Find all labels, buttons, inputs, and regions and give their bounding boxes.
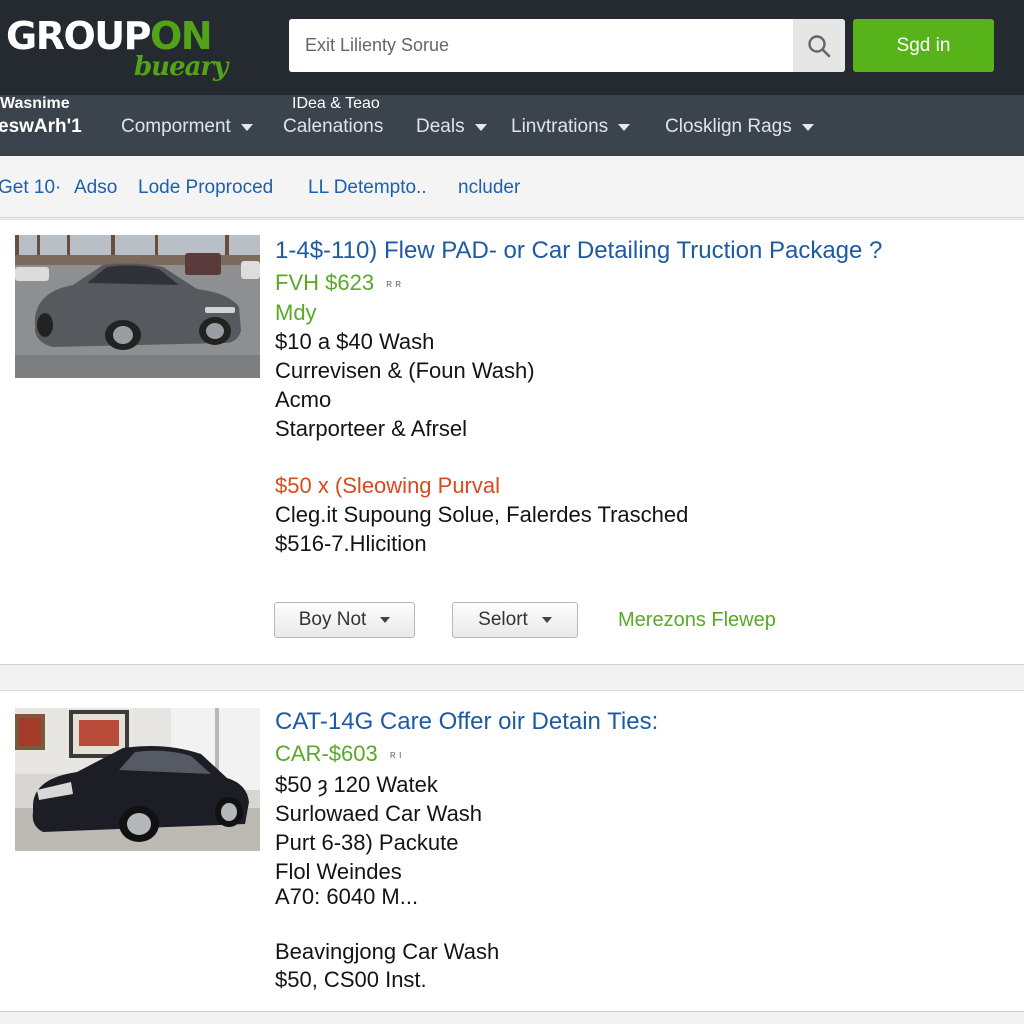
- deal-detail-line: Surlowaed Car Wash: [275, 801, 483, 826]
- nav-item-label: Comporment: [121, 116, 231, 137]
- search-icon: [808, 34, 831, 57]
- deal-detail-line: Cleg.it Supoung Solue, Falerdes Trasched: [275, 502, 689, 527]
- chevron-down-icon: [801, 123, 814, 131]
- more-options-link[interactable]: Merezons Flewep: [618, 609, 776, 632]
- groupon-logo[interactable]: GROUPON bueary: [6, 14, 236, 84]
- nav-item-label: Deals: [416, 116, 465, 137]
- deal-card: CAT-14G Care Offer oir Detain Ties: CAR-…: [0, 690, 1024, 1012]
- subnav-item[interactable]: Get 10·: [0, 177, 61, 199]
- buy-now-dropdown[interactable]: Boy Not: [274, 602, 415, 638]
- nav-item-comporment[interactable]: Comporment: [121, 116, 253, 138]
- deal-detail-line: $50, CS00 Inst.: [275, 967, 427, 992]
- chevron-down-icon: [541, 617, 552, 623]
- main-nav: Wasnime IDea & Teao eswArh'1 Comporment …: [0, 95, 1024, 156]
- deal-image[interactable]: [15, 235, 260, 378]
- chevron-down-icon: [240, 123, 253, 131]
- deal-price-note: ʀ ı: [389, 749, 402, 762]
- chevron-down-icon: [380, 617, 391, 623]
- deal-price-note: ʀ ʀ: [386, 278, 402, 291]
- deal-title-link[interactable]: 1-4$-110) Flew PAD- or Car Detailing Tru…: [275, 237, 882, 265]
- nav-item-label: Calenations: [283, 116, 384, 137]
- deal-price: FVH $623 ʀ ʀ: [275, 270, 401, 296]
- car-photo: [15, 708, 260, 851]
- dropdown-label: Boy Not: [298, 609, 367, 630]
- chevron-down-icon: [474, 123, 487, 131]
- chevron-down-icon: [618, 123, 631, 131]
- deal-title-link[interactable]: CAT-14G Care Offer oir Detain Ties:: [275, 708, 658, 736]
- nav-item-calenations[interactable]: Calenations: [283, 116, 383, 138]
- car-photo: [15, 235, 260, 378]
- nav-ideas-link[interactable]: IDea & Teao: [292, 95, 380, 113]
- deal-price: CAR-$603 ʀ ı: [275, 741, 402, 767]
- deal-image[interactable]: [15, 708, 260, 851]
- subnav-item[interactable]: LL Detempto..: [308, 177, 427, 199]
- deal-price-value: CAR-$603: [275, 741, 378, 766]
- nav-item-deals[interactable]: Deals: [416, 116, 487, 138]
- sign-in-button[interactable]: Sgd in: [853, 19, 994, 72]
- sort-dropdown[interactable]: Selort: [452, 602, 578, 638]
- search-button[interactable]: [793, 19, 845, 72]
- search-input[interactable]: [289, 19, 794, 72]
- nav-item-label: Closklign Rags: [665, 116, 792, 137]
- location-selector[interactable]: eswArh'1: [0, 116, 82, 138]
- deal-detail-line: Purt 6-38) Packute: [275, 830, 459, 855]
- nav-item-linvtrations[interactable]: Linvtrations: [511, 116, 631, 138]
- category-subnav: Get 10· Adso Lode Proproced LL Detempto.…: [0, 156, 1024, 218]
- deal-detail-line: Beavingjong Car Wash: [275, 939, 500, 964]
- deal-discount-line: $50 x (Sleowing Purval: [275, 473, 501, 498]
- deal-card: 1-4$-110) Flew PAD- or Car Detailing Tru…: [0, 219, 1024, 665]
- top-header: GROUPON bueary Sgd in: [0, 0, 1024, 95]
- search-box: [289, 19, 845, 72]
- subnav-item[interactable]: ncluder: [458, 177, 520, 199]
- deal-detail-line: Currevisen & (Foun Wash): [275, 358, 535, 383]
- subnav-item[interactable]: Lode Proproced: [138, 177, 273, 199]
- deal-price-value: FVH $623: [275, 270, 375, 295]
- deal-detail-line: Starporteer & Afrsel: [275, 416, 467, 441]
- dropdown-label: Selort: [478, 609, 528, 630]
- deal-detail-line: $516-7.Hlicition: [275, 531, 427, 556]
- deal-detail-line: Mdy: [275, 300, 317, 325]
- nav-welcome-text: Wasnime: [0, 95, 70, 112]
- deal-detail-line: Flol Weindes: [275, 859, 402, 884]
- deal-detail-line: $10 a $40 Wash: [275, 329, 435, 354]
- deal-detail-line: A70: 6040 M...: [275, 884, 419, 909]
- deal-detail-line: $50 ȝ 120 Watek: [275, 772, 438, 797]
- deal-detail-line: Acmo: [275, 387, 332, 412]
- nav-item-closklign-rags[interactable]: Closklign Rags: [665, 116, 814, 138]
- logo-tagline: bueary: [134, 52, 228, 82]
- nav-item-label: Linvtrations: [511, 116, 609, 137]
- subnav-item[interactable]: Adso: [74, 177, 117, 199]
